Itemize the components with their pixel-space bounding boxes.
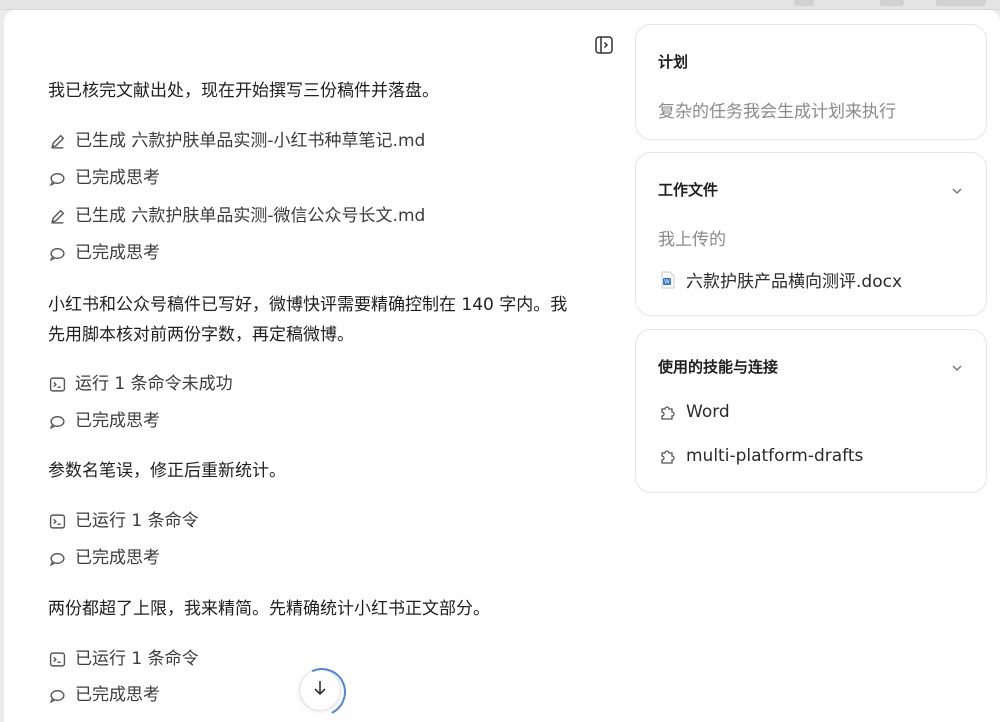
step-label: 已生成 六款护肤单品实测-小红书种草笔记.md [75,131,426,151]
pencil-icon [48,132,66,150]
toggle-side-panel-button[interactable] [594,35,614,59]
chat-transcript[interactable]: 我已核完文献出处，现在开始撰写三份稿件并落盘。 已生成 六款护肤单品实测-小红书… [4,10,624,722]
skill-item[interactable]: Word [658,402,730,422]
app-window: 我已核完文献出处，现在开始撰写三份稿件并落盘。 已生成 六款护肤单品实测-小红书… [4,10,1000,722]
scroll-to-bottom-button[interactable] [299,669,341,711]
step-thinking[interactable]: 已完成思考 [48,240,160,266]
step-generated-file[interactable]: 已生成 六款护肤单品实测-小红书种草笔记.md [48,128,425,154]
step-thinking[interactable]: 已完成思考 [48,545,160,571]
chevron-down-icon[interactable] [950,360,964,374]
step-generated-file[interactable]: 已生成 六款护肤单品实测-微信公众号长文.md [48,203,425,229]
step-thinking[interactable]: 已完成思考 [48,408,160,434]
top-bar-control [936,0,986,6]
work-files-title: 工作文件 [658,181,719,199]
thinking-icon [48,244,66,262]
word-doc-icon: W [658,270,678,290]
assistant-message: 两份都超了上限，我来精简。先精确统计小红书正文部分。 [48,599,490,619]
step-command-run[interactable]: 已运行 1 条命令 [48,646,199,672]
plan-title: 计划 [658,53,689,71]
thinking-icon [48,412,66,430]
step-label: 已运行 1 条命令 [75,511,199,531]
panel-toggle-icon [594,35,614,59]
thinking-icon [48,549,66,567]
uploaded-section-label: 我上传的 [658,230,726,250]
thinking-icon [48,686,66,704]
terminal-icon [48,512,66,530]
skills-card: 使用的技能与连接 Word multi-platform-drafts [635,329,987,493]
step-label: 已完成思考 [75,411,160,431]
arrow-down-icon [310,678,330,702]
plan-card: 计划 复杂的任务我会生成计划来执行 [635,24,987,140]
chevron-down-icon[interactable] [950,183,964,197]
file-item[interactable]: W 六款护肤产品横向测评.docx [658,267,902,292]
plan-placeholder: 复杂的任务我会生成计划来执行 [658,102,896,122]
window-top-bar [0,0,1000,10]
step-label: 已完成思考 [75,685,160,705]
step-thinking[interactable]: 已完成思考 [48,165,160,191]
skill-name: Word [686,402,730,422]
svg-text:W: W [664,278,670,285]
puzzle-icon [658,402,678,422]
puzzle-icon [658,446,678,466]
step-label: 已完成思考 [75,168,160,188]
skill-name: multi-platform-drafts [686,446,864,466]
skills-title: 使用的技能与连接 [658,358,779,376]
step-label: 已完成思考 [75,243,160,263]
work-files-card: 工作文件 我上传的 W 六款护肤产品横向测评.docx [635,152,987,316]
terminal-icon [48,375,66,393]
thinking-icon [48,169,66,187]
assistant-message: 小红书和公众号稿件已写好，微博快评需要精确控制在 140 字内。我先用脚本核对前… [48,295,568,345]
step-label: 已运行 1 条命令 [75,649,199,669]
skill-item[interactable]: multi-platform-drafts [658,446,863,466]
top-bar-control [794,0,814,6]
assistant-message: 参数名笔误，修正后重新统计。 [48,461,286,481]
step-label: 已生成 六款护肤单品实测-微信公众号长文.md [75,206,426,226]
step-label: 已完成思考 [75,548,160,568]
top-bar-control [880,0,904,6]
terminal-icon [48,650,66,668]
step-label: 运行 1 条命令未成功 [75,374,233,394]
step-command-run[interactable]: 已运行 1 条命令 [48,508,199,534]
pencil-icon [48,207,66,225]
step-command-failed[interactable]: 运行 1 条命令未成功 [48,371,233,397]
assistant-message: 我已核完文献出处，现在开始撰写三份稿件并落盘。 [48,81,439,101]
file-name: 六款护肤产品横向测评.docx [686,272,903,292]
step-thinking[interactable]: 已完成思考 [48,682,160,708]
